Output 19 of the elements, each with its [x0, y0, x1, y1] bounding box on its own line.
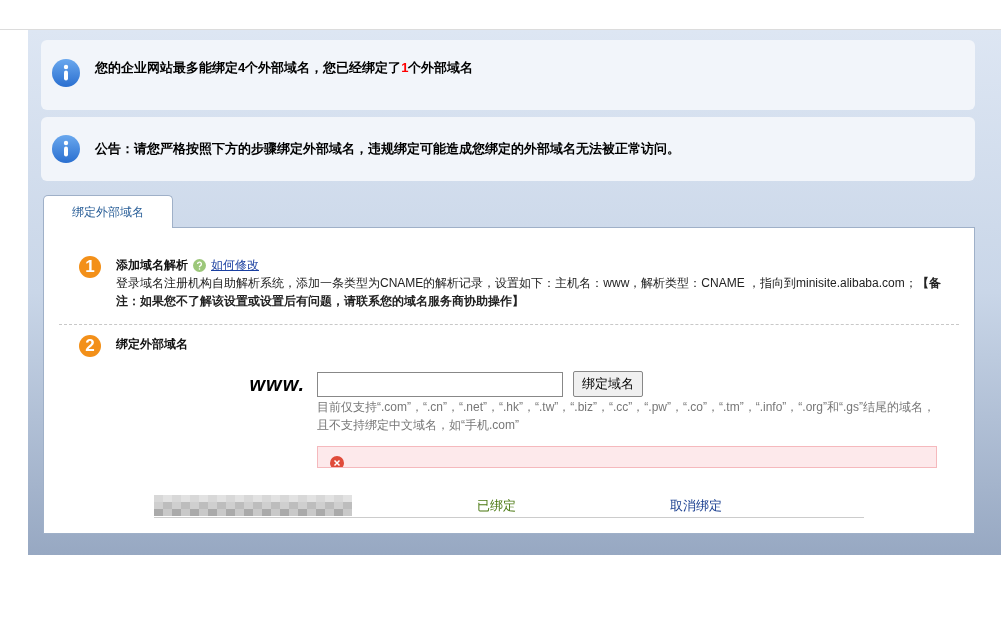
step-title: 绑定外部域名	[116, 336, 188, 353]
tab[interactable]: 绑定外部域名	[43, 195, 173, 228]
bind-domain-button[interactable]: 绑定域名	[573, 371, 643, 397]
info-icon	[51, 58, 81, 88]
error-icon	[330, 456, 344, 467]
step-number-badge: 1	[79, 256, 101, 278]
bound-status: 已绑定	[477, 496, 516, 515]
step-description: 登录域名注册机构自助解析系统，添加一条类型为CNAME的解析记录，设置如下：主机名：www，解析类型：CNAME ，指向到minisite.alibaba.com；【备注：如果您不了解该设置或设置后有问题，请联系您的域名服务商协助操作】	[116, 275, 942, 310]
notice-text: 公告：请您严格按照下方的步骤绑定外部域名，违规绑定可能造成您绑定的外部域名无法被正常访问。	[95, 140, 680, 159]
domain-input[interactable]	[317, 371, 563, 397]
www-prefix: www.	[248, 372, 306, 397]
help-icon	[193, 258, 206, 272]
step-title: 添加域名解析	[116, 257, 188, 274]
info-icon	[51, 134, 81, 164]
notice-text: 您的企业网站最多能绑定4个外部域名，您已经绑定了1个外部域名	[95, 59, 474, 77]
unbind-link[interactable]: 取消绑定	[670, 495, 722, 516]
hint-text: 目前仅支持“.com”，“.cn”，“.net”，“.hk”，“.tw”，“.biz”，“.cc”，“.pw”，“.co”，“.tm”，“.info”，“.org”和“.gs”结尾的域名，且不支持绑定中文域名，如“手机.com”	[317, 399, 936, 434]
step-number-badge: 2	[79, 335, 101, 357]
how-to-modify-link[interactable]: 如何修改	[211, 256, 259, 274]
